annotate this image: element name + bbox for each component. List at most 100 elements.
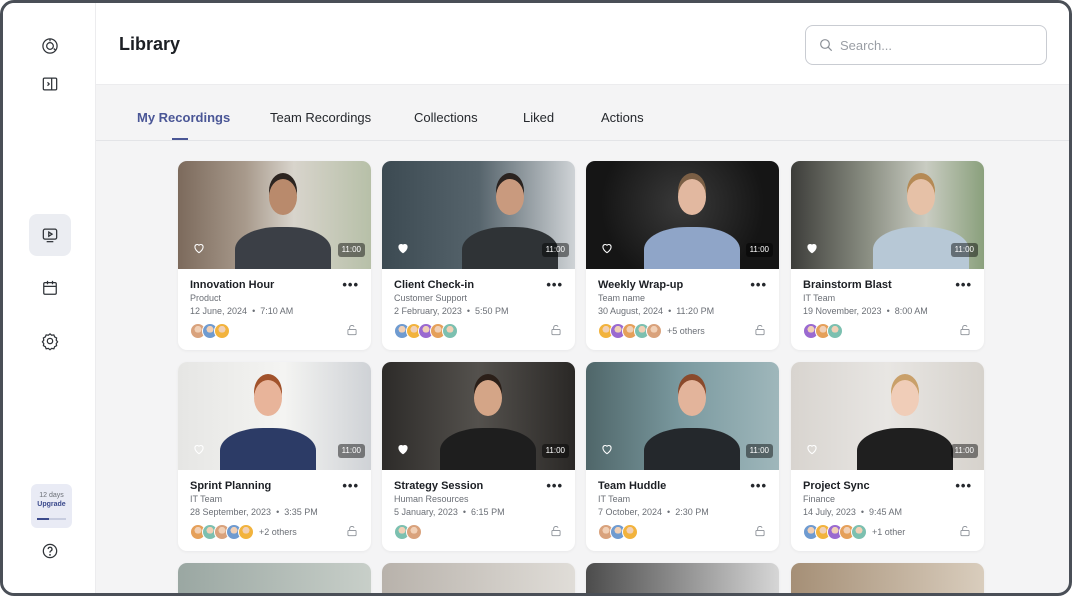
person-figure <box>235 227 331 269</box>
person-head <box>474 380 502 416</box>
more-options-button[interactable]: ••• <box>546 277 563 292</box>
recordings-icon[interactable] <box>29 214 71 256</box>
recording-title[interactable]: Weekly Wrap-up <box>598 279 683 291</box>
lock-icon[interactable] <box>345 524 359 538</box>
recording-title[interactable]: Client Check-in <box>394 279 474 291</box>
lock-icon[interactable] <box>753 323 767 337</box>
recording-thumbnail[interactable]: 11:00 <box>178 161 371 269</box>
recording-team: IT Team <box>190 494 223 504</box>
recording-card-partial[interactable] <box>382 563 575 593</box>
recording-datetime: 12 June, 2024 • 7:10 AM <box>190 306 293 316</box>
upgrade-link[interactable]: Upgrade <box>31 501 72 508</box>
recording-card[interactable]: 11:00 Project Sync ••• Finance 14 July, 2023… <box>791 362 984 551</box>
more-options-button[interactable]: ••• <box>955 478 972 493</box>
recording-title[interactable]: Team Huddle <box>598 480 666 492</box>
recording-title[interactable]: Project Sync <box>803 480 870 492</box>
more-options-button[interactable]: ••• <box>750 478 767 493</box>
participant-avatars[interactable]: +5 others <box>598 323 705 339</box>
tab-actions[interactable]: Actions <box>601 110 644 125</box>
recording-team: Finance <box>803 494 836 504</box>
recording-card-partial[interactable] <box>791 563 984 593</box>
recording-card[interactable]: 11:00 Strategy Session ••• Human Resources 5… <box>382 362 575 551</box>
lock-icon[interactable] <box>958 323 972 337</box>
recording-card[interactable]: 11:00 Team Huddle ••• IT Team 7 October, 202… <box>586 362 779 551</box>
recording-thumbnail[interactable]: 11:00 <box>791 161 984 269</box>
participant-avatars[interactable] <box>803 323 843 339</box>
separator-dot: • <box>252 306 256 316</box>
participant-avatars[interactable] <box>598 524 638 540</box>
participant-avatars[interactable]: +1 other <box>803 524 905 540</box>
participant-avatars[interactable]: +2 others <box>190 524 297 540</box>
separator-dot: • <box>667 507 671 517</box>
recording-thumbnail[interactable]: 11:00 <box>382 362 575 470</box>
more-options-button[interactable]: ••• <box>342 478 359 493</box>
trial-upgrade-widget[interactable]: 12 days Upgrade <box>31 484 72 528</box>
active-tab-indicator <box>172 138 188 140</box>
recording-card[interactable]: 11:00 Sprint Planning ••• IT Team 28 Septemb… <box>178 362 371 551</box>
more-options-button[interactable]: ••• <box>342 277 359 292</box>
avatar <box>214 323 230 339</box>
more-options-button[interactable]: ••• <box>955 277 972 292</box>
heart-icon[interactable] <box>396 241 410 255</box>
recording-datetime: 5 January, 2023 • 6:15 PM <box>394 507 505 517</box>
lock-icon[interactable] <box>345 323 359 337</box>
tab-liked[interactable]: Liked <box>523 110 554 125</box>
avatar <box>622 524 638 540</box>
recording-card-partial[interactable] <box>586 563 779 593</box>
recording-team: IT Team <box>803 293 836 303</box>
heart-icon[interactable] <box>600 442 614 456</box>
sidebar-toggle-icon[interactable] <box>29 63 71 105</box>
tab-my-recordings[interactable]: My Recordings <box>137 110 230 125</box>
recording-card-partial[interactable] <box>178 563 371 593</box>
logo-icon[interactable] <box>29 25 71 67</box>
recording-thumbnail[interactable]: 11:00 <box>791 362 984 470</box>
lock-icon[interactable] <box>753 524 767 538</box>
tab-bar: My Recordings Team Recordings Collection… <box>96 85 1069 141</box>
participant-avatars[interactable] <box>190 323 230 339</box>
separator-dot: • <box>462 507 467 517</box>
heart-icon[interactable] <box>192 241 206 255</box>
participant-avatars[interactable] <box>394 323 458 339</box>
recording-team: Customer Support <box>394 293 468 303</box>
recording-card[interactable]: 11:00 Brainstorm Blast ••• IT Team 19 Novemb… <box>791 161 984 350</box>
recording-thumbnail[interactable]: 11:00 <box>382 161 575 269</box>
heart-icon[interactable] <box>600 241 614 255</box>
search-input[interactable] <box>840 34 1035 56</box>
person-head <box>254 380 282 416</box>
recording-card[interactable]: 11:00 Weekly Wrap-up ••• Team name 30 August… <box>586 161 779 350</box>
heart-icon[interactable] <box>192 442 206 456</box>
heart-icon[interactable] <box>805 442 819 456</box>
heart-icon[interactable] <box>396 442 410 456</box>
heart-icon[interactable] <box>805 241 819 255</box>
recording-datetime: 30 August, 2024 • 11:20 PM <box>598 306 714 316</box>
more-options-button[interactable]: ••• <box>546 478 563 493</box>
person-head <box>891 380 919 416</box>
person-figure <box>440 428 536 470</box>
recording-thumbnail[interactable]: 11:00 <box>586 161 779 269</box>
recording-datetime: 7 October, 2024 • 2:30 PM <box>598 507 709 517</box>
recording-datetime: 19 November, 2023 • 8:00 AM <box>803 306 928 316</box>
recording-thumbnail[interactable]: 11:00 <box>178 362 371 470</box>
lock-icon[interactable] <box>549 524 563 538</box>
recording-card[interactable]: 11:00 Client Check-in ••• Customer Support 2… <box>382 161 575 350</box>
lock-icon[interactable] <box>958 524 972 538</box>
tab-collections[interactable]: Collections <box>414 110 478 125</box>
recording-title[interactable]: Innovation Hour <box>190 279 274 291</box>
recording-card[interactable]: 11:00 Innovation Hour ••• Product 12 June, 2… <box>178 161 371 350</box>
recording-time: 5:50 PM <box>475 306 509 316</box>
tab-team-recordings[interactable]: Team Recordings <box>270 110 371 125</box>
participant-avatars[interactable] <box>394 524 422 540</box>
settings-icon[interactable] <box>29 320 71 362</box>
recording-title[interactable]: Sprint Planning <box>190 480 271 492</box>
recording-team: Team name <box>598 293 646 303</box>
calendar-icon[interactable] <box>29 267 71 309</box>
duration-badge: 11:00 <box>745 243 773 257</box>
lock-icon[interactable] <box>549 323 563 337</box>
help-icon[interactable] <box>29 530 71 572</box>
avatar <box>646 323 662 339</box>
more-options-button[interactable]: ••• <box>750 277 767 292</box>
search-box[interactable] <box>805 25 1047 65</box>
recording-title[interactable]: Brainstorm Blast <box>803 279 892 291</box>
recording-title[interactable]: Strategy Session <box>394 480 483 492</box>
recording-thumbnail[interactable]: 11:00 <box>586 362 779 470</box>
